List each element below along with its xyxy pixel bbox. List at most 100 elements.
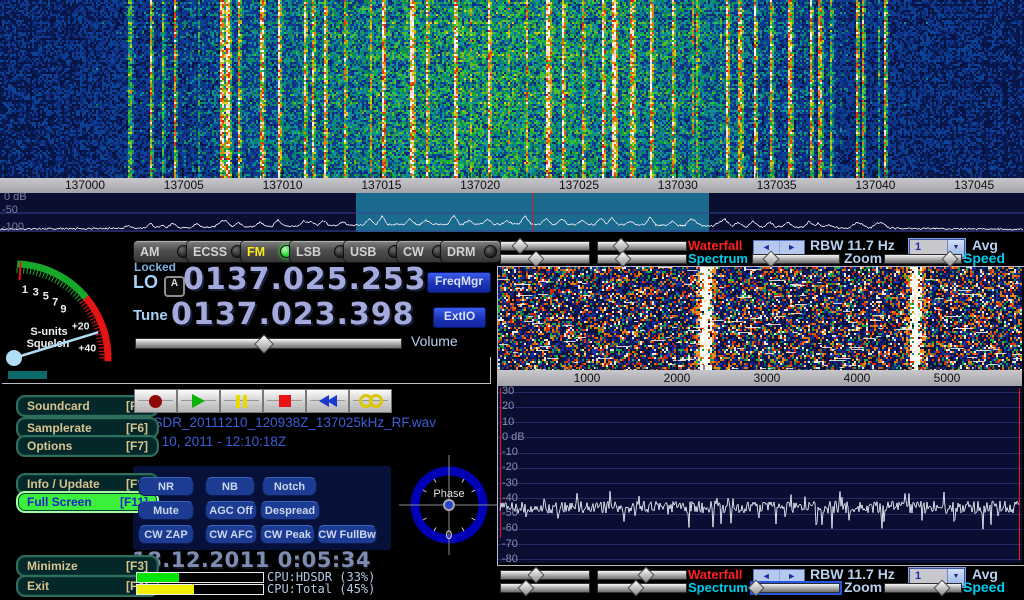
- dsp-cw-peak-button[interactable]: CW Peak: [260, 525, 315, 544]
- sidebar-button-label: Soundcard: [27, 399, 90, 413]
- squelch-level-bar[interactable]: [8, 371, 47, 379]
- volume-label: Volume: [411, 333, 458, 349]
- sidebar-button-options[interactable]: Options[F7]: [16, 435, 159, 457]
- playback-pause-button[interactable]: [220, 389, 263, 413]
- cpu-meter-track: [136, 584, 264, 595]
- bottom-spectrum-brightness-slider-thumb[interactable]: [517, 580, 534, 597]
- bottom-speed-label: Speed: [963, 579, 1005, 595]
- playback-loop-button[interactable]: [349, 389, 392, 413]
- freq-scale-label: 137015: [351, 178, 411, 193]
- bottom-spectrum-contrast-slider[interactable]: [597, 583, 687, 593]
- s-units-label: S-units: [30, 326, 67, 338]
- top-spectrum-brightness-slider[interactable]: [500, 254, 590, 264]
- auto-lock-badge[interactable]: A: [164, 276, 185, 297]
- freq-scale-label: 137035: [747, 178, 807, 193]
- lo-label: LO: [133, 272, 158, 293]
- db-scale-label: -100: [2, 221, 24, 233]
- dsp-nr-button[interactable]: NR: [138, 477, 194, 496]
- db-scale-label: 0 dB: [4, 191, 27, 203]
- audio-db-scale-label: 20: [502, 400, 514, 412]
- volume-slider[interactable]: [135, 338, 402, 349]
- bottom-zoom-slider-thumb[interactable]: [747, 580, 764, 597]
- bottom-waterfall-contrast-slider[interactable]: [597, 570, 687, 580]
- audio-spectrum-display[interactable]: [498, 386, 1022, 563]
- mode-button-drm[interactable]: DRM: [440, 240, 501, 263]
- phase-label: Phase: [433, 488, 464, 500]
- mode-button-label: LSB: [296, 245, 321, 259]
- main-spectrum-display[interactable]: [0, 193, 1024, 232]
- freq-scale-label: 137005: [154, 178, 214, 193]
- bottom-waterfall-contrast-slider-thumb[interactable]: [638, 567, 655, 584]
- sidebar-button-key: [F7]: [126, 439, 148, 453]
- mode-button-ecss[interactable]: ECSS: [186, 240, 248, 263]
- playback-stop-button[interactable]: [263, 389, 306, 413]
- freq-scale-label: 137010: [253, 178, 313, 193]
- top-waterfall-brightness-slider[interactable]: [500, 241, 590, 251]
- smeter-scale-label: +40: [78, 343, 96, 355]
- audio-db-scale-label: 0 dB: [502, 431, 525, 443]
- mode-button-lsb[interactable]: LSB: [289, 240, 351, 263]
- cpu-meter-track: [136, 572, 264, 583]
- bottom-speed-slider-thumb[interactable]: [934, 580, 951, 597]
- recording-filename: HDSDR_20111210_120938Z_137025kHz_RF.wav: [134, 415, 436, 430]
- audio-waterfall-display[interactable]: [498, 267, 1022, 370]
- bottom-spectrum-brightness-slider[interactable]: [500, 583, 590, 593]
- dsp-cw-afc-button[interactable]: CW AFC: [205, 525, 257, 544]
- lo-frequency-display[interactable]: 0137.025.253: [183, 262, 427, 297]
- top-spectrum-contrast-slider[interactable]: [597, 254, 687, 264]
- freq-scale-label: 137020: [450, 178, 510, 193]
- bottom-zoom-label: Zoom: [844, 579, 882, 595]
- mode-button-am[interactable]: AM: [133, 240, 194, 263]
- bottom-spectrum-contrast-slider-thumb[interactable]: [627, 580, 644, 597]
- cpu-meter-fill: [137, 585, 194, 594]
- dsp-cw-fullbw-button[interactable]: CW FullBw: [317, 525, 377, 544]
- dsp-nb-button[interactable]: NB: [205, 477, 255, 496]
- loop-icon: [359, 394, 383, 408]
- main-frequency-ticks: [0, 166, 1024, 178]
- dsp-despread-button[interactable]: Despread: [260, 501, 320, 520]
- phase-scope: Phase0: [399, 455, 499, 555]
- panel-divider: [490, 357, 491, 383]
- audio-db-scale-label: -50: [502, 507, 518, 519]
- top-speed-slider-thumb[interactable]: [942, 251, 959, 268]
- sidebar-button-label: Info / Update: [27, 477, 100, 491]
- audio-db-scale-label: 10: [502, 416, 514, 428]
- top-speed-slider[interactable]: [884, 254, 962, 264]
- audio-db-scale-label: -40: [502, 492, 518, 504]
- bottom-speed-slider[interactable]: [884, 583, 962, 593]
- dsp-agc-off-button[interactable]: AGC Off: [205, 501, 257, 520]
- top-zoom-slider[interactable]: [752, 254, 840, 264]
- rewind-icon: [319, 395, 337, 407]
- main-waterfall-display[interactable]: [0, 0, 1024, 178]
- tune-frequency-display[interactable]: 0137.023.398: [171, 297, 415, 332]
- bottom-waterfall-brightness-slider-thumb[interactable]: [528, 567, 545, 584]
- top-spectrum-contrast-slider-thumb[interactable]: [614, 251, 631, 268]
- top-zoom-slider-thumb[interactable]: [763, 251, 780, 268]
- mode-button-label: FM: [247, 245, 265, 259]
- top-speed-label: Speed: [963, 250, 1005, 266]
- audio-db-scale-label: -10: [502, 446, 518, 458]
- stop-icon: [279, 395, 291, 407]
- cpu-meter-fill: [137, 573, 179, 582]
- top-waterfall-brightness-slider-thumb[interactable]: [512, 238, 529, 255]
- panel-divider: [2, 383, 491, 384]
- extio-button[interactable]: ExtIO: [433, 307, 486, 328]
- dsp-cw-zap-button[interactable]: CW ZAP: [138, 525, 194, 544]
- smeter-scale-label: 5: [43, 291, 49, 303]
- playback-play-button[interactable]: [177, 389, 220, 413]
- top-spectrum-brightness-slider-thumb[interactable]: [528, 251, 545, 268]
- volume-slider-thumb[interactable]: [254, 334, 274, 354]
- bottom-waterfall-brightness-slider[interactable]: [500, 570, 590, 580]
- bottom-zoom-slider[interactable]: [752, 583, 840, 593]
- sidebar-button-key: [F3]: [126, 559, 148, 573]
- dsp-notch-button[interactable]: Notch: [262, 477, 317, 496]
- dsp-mute-button[interactable]: Mute: [138, 501, 194, 520]
- top-zoom-label: Zoom: [844, 250, 882, 266]
- mode-button-label: AM: [140, 245, 159, 259]
- freqmgr-button[interactable]: FreqMgr: [427, 272, 491, 293]
- top-waterfall-contrast-slider[interactable]: [597, 241, 687, 251]
- playback-rewind-button[interactable]: [306, 389, 349, 413]
- cpu-meter-label: CPU:Total (45%): [267, 582, 375, 596]
- sidebar-button-label: Full Screen: [27, 495, 92, 509]
- playback-record-button[interactable]: [134, 389, 177, 413]
